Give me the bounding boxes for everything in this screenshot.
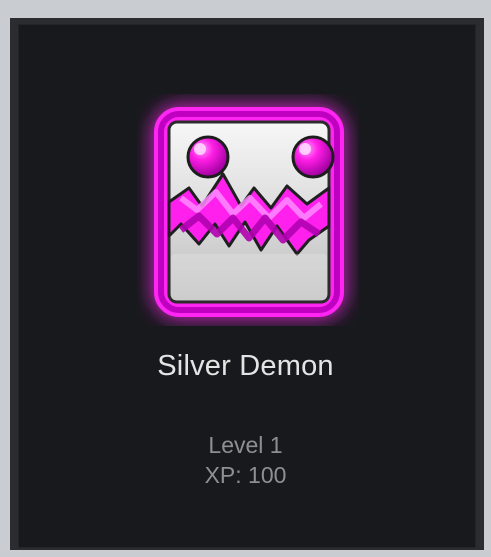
right-eye-icon	[291, 135, 335, 179]
left-eye-icon	[186, 135, 230, 179]
window-background: Silver Demon Level 1 XP: 100	[0, 0, 491, 557]
achievement-title: Silver Demon	[157, 350, 334, 382]
achievement-xp: XP: 100	[204, 462, 287, 488]
silver-demon-face-icon	[154, 107, 344, 317]
achievement-level: Level 1	[208, 432, 283, 458]
